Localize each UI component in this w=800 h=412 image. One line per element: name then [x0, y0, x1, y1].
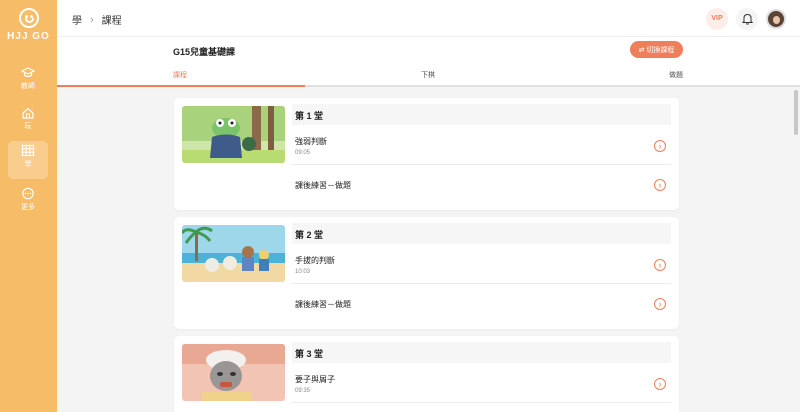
course-title: G15兒童基礎課 [173, 47, 236, 57]
sidebar-item-label: 玩 [24, 123, 32, 130]
course-header: G15兒童基礎課 ⇄ 切換課程 [57, 37, 800, 63]
practice-title: 課後練習－做題 [295, 300, 351, 309]
beach-cartoon-image [182, 225, 285, 282]
sidebar-item-label: 學 [24, 161, 32, 168]
arrow-right-icon[interactable]: › [654, 179, 666, 191]
tab-exercises[interactable]: 做題 [669, 70, 683, 80]
sidebar-item-label: 更多 [21, 204, 35, 211]
sidebar-item-label: 教師 [21, 83, 35, 90]
lesson-practice-row[interactable]: 課後練習－做題 › [292, 165, 671, 204]
lesson-card: 第 1 堂 強弱判斷 09:05 › 課後練習－做題 › [174, 98, 679, 210]
scrollbar-thumb[interactable] [794, 90, 798, 135]
practice-title: 課後練習－做題 [295, 181, 351, 190]
video-title: 手拔的判斷 [295, 256, 335, 265]
breadcrumb-item-course: 課程 [101, 16, 122, 27]
arrow-right-icon[interactable]: › [654, 378, 666, 390]
active-tab-indicator [57, 85, 305, 87]
sidebar: HJJ GO 教師 玩 學 更多 [0, 0, 57, 412]
chevron-right-icon: › [90, 13, 94, 26]
sidebar-item-learn[interactable]: 學 [8, 141, 48, 179]
lesson-title: 第 3 堂 [292, 342, 671, 363]
switch-course-label: 切換課程 [646, 46, 675, 54]
vip-button[interactable]: VIP [706, 8, 728, 30]
lesson-title: 第 1 堂 [292, 104, 671, 125]
swap-icon: ⇄ [638, 46, 645, 54]
avatar[interactable] [766, 9, 786, 29]
video-duration: 10:03 [295, 269, 311, 275]
top-bar: 學 › 課程 VIP [57, 0, 800, 37]
arrow-right-icon[interactable]: › [654, 298, 666, 310]
arrow-right-icon[interactable]: › [654, 259, 666, 271]
more-icon [22, 187, 34, 200]
video-duration: 09:05 [295, 150, 311, 156]
bell-icon [741, 13, 753, 25]
notification-button[interactable] [736, 8, 758, 30]
lesson-video-row[interactable]: 強弱判斷 09:05 › [292, 125, 671, 165]
home-icon [22, 107, 34, 119]
scrollbar[interactable] [792, 87, 800, 412]
grid-icon [21, 144, 35, 157]
switch-course-button[interactable]: ⇄ 切換課程 [630, 41, 683, 58]
graduation-cap-icon [21, 67, 35, 78]
frog-cartoon-image [182, 106, 285, 163]
lesson-thumbnail[interactable] [182, 344, 285, 401]
smiley-logo-icon [18, 8, 39, 28]
lesson-video-row[interactable]: 手拔的判斷 10:03 › [292, 244, 671, 284]
lesson-practice-row[interactable]: 課後練習－做題 › [292, 284, 671, 323]
video-title: 要子與屑子 [295, 375, 335, 384]
tab-play-chess[interactable]: 下棋 [421, 70, 435, 80]
breadcrumb: 學 › 課程 [72, 12, 122, 28]
brand-logo[interactable]: HJJ GO [0, 8, 57, 42]
video-duration: 09:35 [295, 388, 311, 394]
sidebar-item-more[interactable]: 更多 [8, 184, 48, 222]
lesson-card: 第 2 堂 手拔的判斷 10:03 › 課後練習－做題 › [174, 217, 679, 329]
lesson-thumbnail[interactable] [182, 225, 285, 282]
sheep-cartoon-image [182, 344, 285, 401]
tab-bar: 課程 下棋 做題 [57, 63, 800, 87]
lesson-thumbnail[interactable] [182, 106, 285, 163]
sidebar-item-teacher[interactable]: 教師 [8, 64, 48, 102]
video-title: 強弱判斷 [295, 137, 327, 146]
sidebar-item-play[interactable]: 玩 [8, 104, 48, 142]
lesson-video-row[interactable]: 要子與屑子 09:35 › [292, 363, 671, 403]
tab-lessons[interactable]: 課程 [173, 70, 187, 80]
lesson-title: 第 2 堂 [292, 223, 671, 244]
breadcrumb-item-learn[interactable]: 學 [72, 12, 82, 27]
arrow-right-icon[interactable]: › [654, 140, 666, 152]
lesson-card: 第 3 堂 要子與屑子 09:35 › [174, 336, 679, 412]
brand-name: HJJ GO [7, 31, 50, 42]
